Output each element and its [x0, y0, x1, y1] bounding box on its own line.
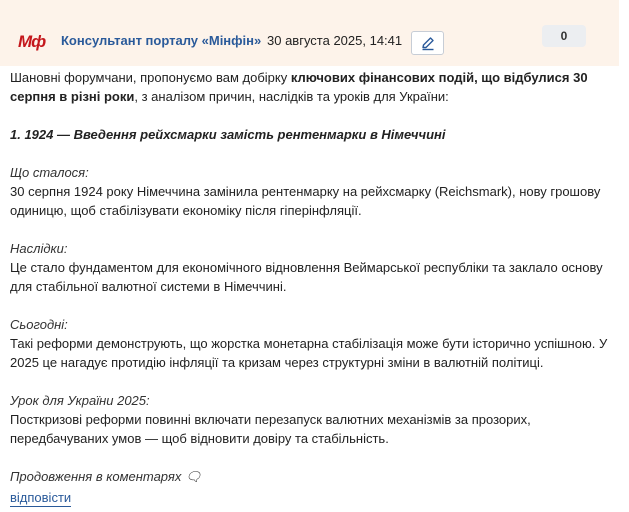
post-body: Шановні форумчани, пропонуємо вам добірк… — [10, 66, 617, 507]
author-name[interactable]: Консультант порталу «Мінфін» — [61, 33, 261, 48]
event-heading: 1. 1924 — Введення рейхсмарки замість ре… — [10, 127, 446, 142]
post-date: 30 августа 2025, 14:41 — [267, 33, 403, 48]
post-header: Мф Консультант порталу «Мінфін» 30 авгус… — [0, 0, 619, 66]
section-what-happened: Що сталося: 30 серпня 1924 року Німеччин… — [10, 163, 617, 220]
post-intro: Шановні форумчани, пропонуємо вам добірк… — [10, 68, 617, 106]
edit-button[interactable] — [411, 31, 444, 55]
continuation-text: Продовження в коментарях 🗨 — [10, 469, 202, 484]
intro-text-end: , з аналізом причин, наслідків та уроків… — [134, 89, 449, 104]
section-text: 30 серпня 1924 року Німеччина замінила р… — [10, 184, 601, 218]
intro-text: Шановні форумчани, пропонуємо вам добірк… — [10, 70, 291, 85]
continuation-block: Продовження в коментарях 🗨 відповісти — [10, 467, 617, 507]
section-text: Такі реформи демонструють, що жорстка мо… — [10, 336, 608, 370]
section-text: Це стало фундаментом для економічного ві… — [10, 260, 603, 294]
section-lesson: Урок для України 2025: Посткризові рефор… — [10, 391, 617, 448]
pencil-icon — [421, 37, 434, 51]
section-text: Посткризові реформи повинні включати пер… — [10, 412, 531, 446]
section-label: Сьогодні: — [10, 317, 68, 332]
minfin-logo: Мф — [18, 32, 46, 51]
section-consequences: Наслідки: Це стало фундаментом для еконо… — [10, 239, 617, 296]
reaction-counter: 0 — [542, 25, 586, 47]
section-label: Що сталося: — [10, 165, 89, 180]
reply-link[interactable]: відповісти — [10, 489, 72, 507]
section-label: Урок для України 2025: — [10, 393, 150, 408]
section-today: Сьогодні: Такі реформи демонструють, що … — [10, 315, 617, 372]
section-label: Наслідки: — [10, 241, 68, 256]
